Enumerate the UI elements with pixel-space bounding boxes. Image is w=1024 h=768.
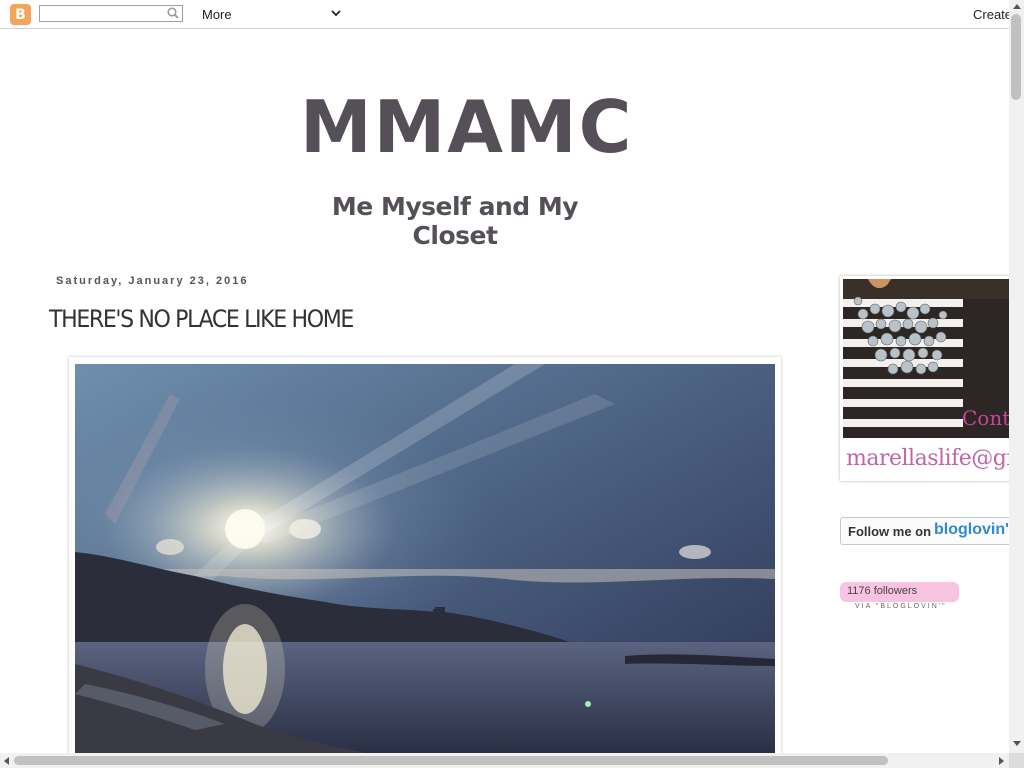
vertical-scroll-thumb[interactable] <box>1011 14 1021 100</box>
blogger-logo-icon[interactable]: B <box>10 4 31 25</box>
contact-email: marellaslife@gmail.com <box>846 446 1015 471</box>
search-input[interactable] <box>40 8 168 24</box>
post-title[interactable]: THERE'S NO PLACE LIKE HOME <box>49 305 354 333</box>
horizontal-scrollbar[interactable] <box>0 753 1024 768</box>
contact-image[interactable]: Contact <box>843 279 1015 438</box>
more-label: More <box>202 7 232 22</box>
post-date: Saturday, January 23, 2016 <box>56 275 249 287</box>
bloglovin-logo: bloglovin' <box>934 521 1009 538</box>
scroll-right-icon[interactable] <box>999 757 1004 765</box>
scroll-up-icon[interactable] <box>1013 4 1021 9</box>
more-dropdown[interactable]: More <box>202 6 342 24</box>
post-image-frame <box>69 357 781 767</box>
blog-description: Me Myself and My Closet <box>331 192 579 250</box>
chevron-down-icon <box>331 10 341 17</box>
scrollbar-corner <box>1009 753 1024 768</box>
vertical-scrollbar[interactable] <box>1009 0 1024 753</box>
search-field[interactable] <box>39 5 183 24</box>
followers-via-label: VIA "BLOGLOVIN'" <box>855 603 947 610</box>
horizontal-scroll-thumb[interactable] <box>14 756 888 765</box>
blog-title[interactable]: MMAMC <box>300 85 632 169</box>
blogger-logo-letter: B <box>15 6 26 23</box>
blogger-navbar: B More Create <box>0 0 1024 29</box>
contact-label: Contact <box>962 406 1015 430</box>
create-blog-link[interactable]: Create <box>973 7 1012 22</box>
followers-count: 1176 followers <box>847 585 918 597</box>
scroll-left-icon[interactable] <box>4 757 9 765</box>
search-icon[interactable] <box>167 7 179 19</box>
contact-widget[interactable]: Contact marellaslife@gmail.com <box>840 276 1015 481</box>
scroll-down-icon[interactable] <box>1013 741 1021 746</box>
bloglovin-follow-button[interactable]: Follow me on bloglovin' <box>840 517 1020 545</box>
bloglovin-follow-label: Follow me on <box>848 524 932 539</box>
followers-badge[interactable]: 1176 followers <box>840 582 959 602</box>
post-image[interactable] <box>75 364 775 753</box>
